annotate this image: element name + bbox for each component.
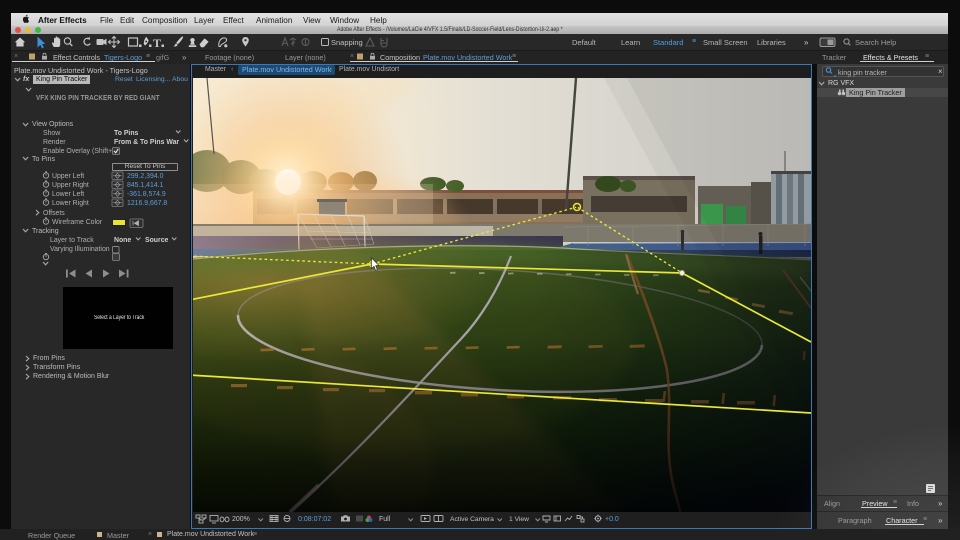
svg-text:T: T [153,36,161,50]
